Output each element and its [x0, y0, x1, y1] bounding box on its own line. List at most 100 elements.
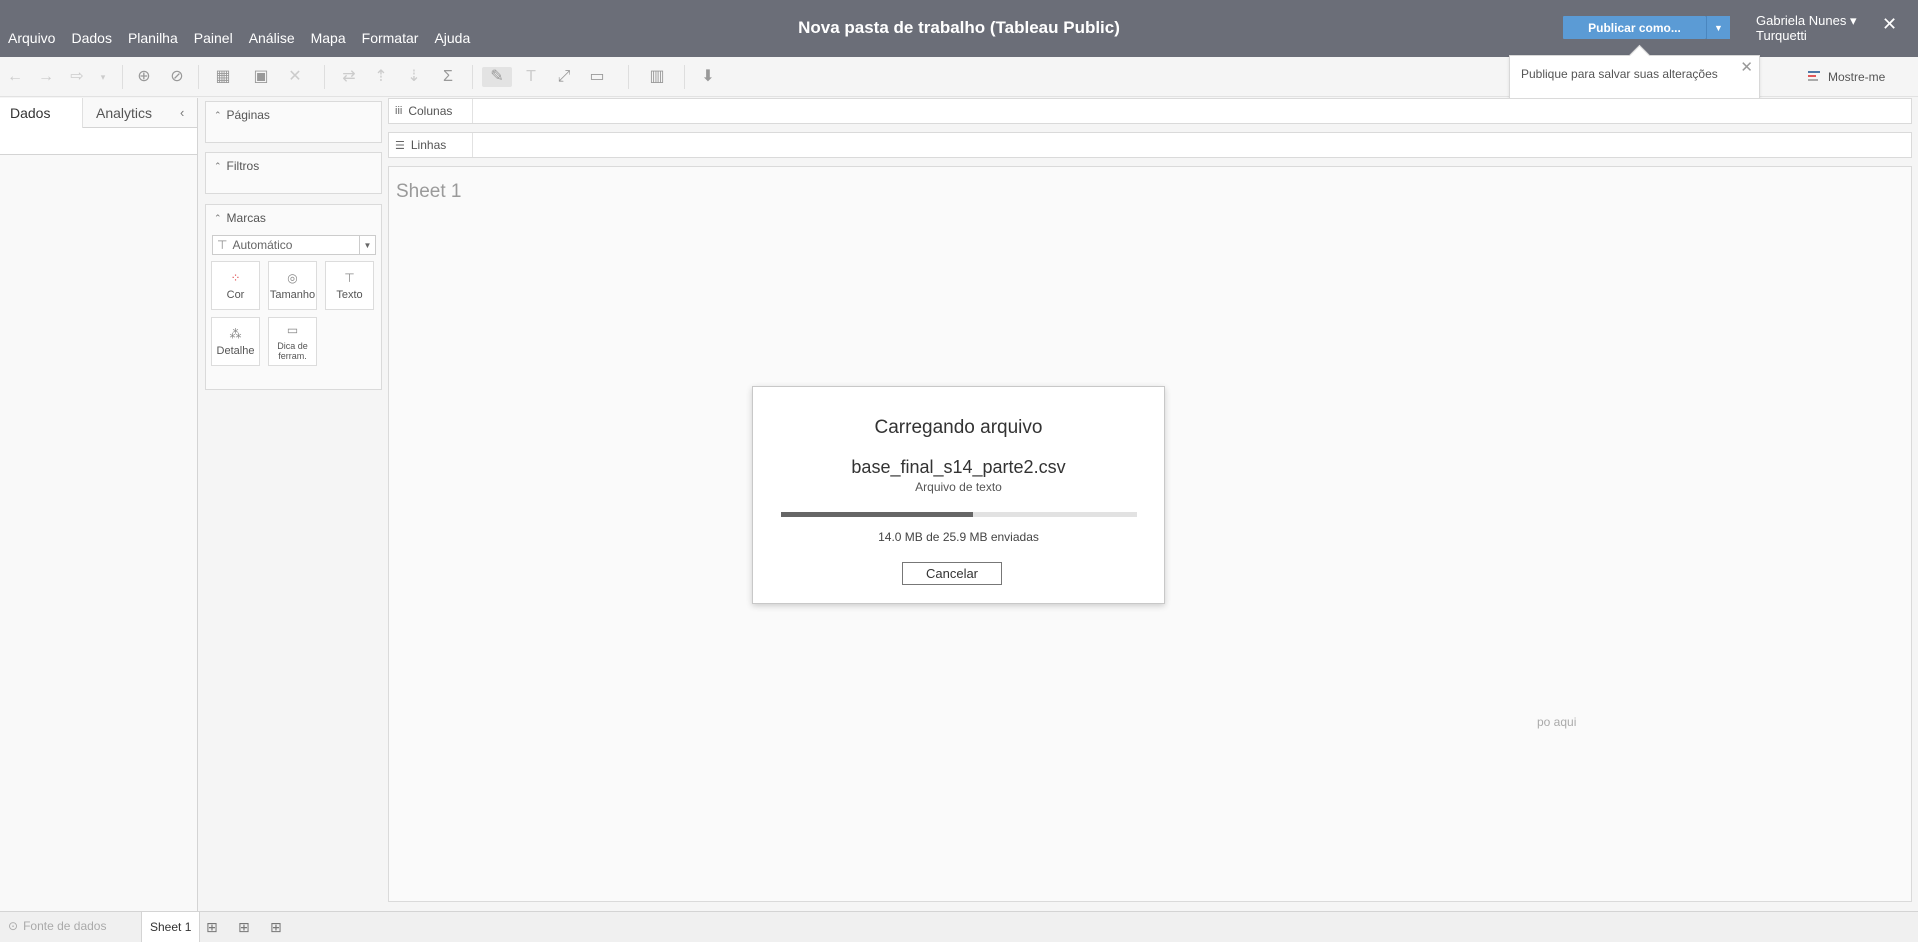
toolbar-divider [628, 65, 629, 89]
rows-label: Linhas [410, 138, 447, 152]
size-icon: ◎ [287, 270, 298, 285]
sheet-tabs-bar: ⊙ Fonte de dados Sheet 1 ⊞ ⊞ ⊞ [0, 911, 1918, 942]
menu-mapa[interactable]: Mapa [303, 30, 354, 46]
rows-icon: ☰ [395, 139, 405, 152]
loading-dialog: Carregando arquivo base_final_s14_parte2… [752, 386, 1165, 604]
mark-type-value: Automático [232, 238, 293, 252]
data-source-list [0, 128, 197, 155]
caret-icon: ⌃ [214, 160, 222, 171]
data-pane-tabs: Dados Analytics ‹ [0, 98, 197, 128]
sheet-tab[interactable]: Sheet 1 [141, 912, 201, 942]
marks-card-title: Marcas [226, 211, 266, 225]
file-type: Arquivo de texto [915, 480, 1002, 494]
size-button[interactable]: ◎ Tamanho [268, 261, 317, 310]
labels-icon[interactable]: T [520, 67, 542, 87]
filters-card[interactable]: ⌃ Filtros [205, 152, 382, 194]
redo-icon[interactable]: → [35, 67, 57, 87]
menu-arquivo[interactable]: Arquivo [0, 30, 63, 46]
sort-ascending-icon[interactable]: ⇡ [370, 67, 392, 87]
color-label: Cor [226, 288, 245, 301]
menu-planilha[interactable]: Planilha [120, 30, 186, 46]
format-icon[interactable]: ⤢ [553, 67, 575, 87]
chevron-down-icon: ▼ [1714, 22, 1723, 33]
new-story-icon[interactable]: ⊞ [270, 919, 282, 936]
clear-sheet-icon[interactable]: ✕ [284, 67, 306, 87]
presentation-icon[interactable]: ⬇ [697, 67, 719, 87]
caret-icon: ⌃ [214, 109, 222, 120]
progress-fill [781, 512, 974, 517]
new-worksheet-icon[interactable]: ⊞ [206, 919, 218, 936]
replay-dropdown-icon[interactable]: ▾ [92, 67, 114, 87]
close-icon[interactable]: ✕ [1740, 58, 1753, 76]
detail-icon: ⁂ [229, 326, 242, 341]
pages-card-title: Páginas [226, 108, 270, 122]
publish-button[interactable]: Publicar como... [1563, 16, 1706, 39]
sort-descending-icon[interactable]: ⇣ [403, 67, 425, 87]
highlight-icon[interactable]: ✎ [482, 67, 512, 87]
show-me-icon [1808, 71, 1822, 83]
rows-shelf[interactable]: ☰ Linhas [388, 132, 1912, 158]
columns-shelf[interactable]: iii Colunas [388, 98, 1912, 124]
duplicate-sheet-icon[interactable]: ▣ [250, 67, 272, 87]
new-worksheet-icon[interactable]: ▦ [212, 67, 234, 87]
user-last-name: Turquetti [1756, 28, 1807, 43]
swap-icon[interactable]: ⇄ [338, 67, 360, 87]
menu-formatar[interactable]: Formatar [354, 30, 427, 46]
dialog-title: Carregando arquivo [874, 417, 1043, 438]
toolbar-divider [198, 65, 199, 89]
progress-status: 14.0 MB de 25.9 MB enviadas [878, 530, 1039, 544]
tooltip-button[interactable]: ▭ Dica de ferram. [268, 317, 317, 366]
show-cards-icon[interactable]: ▥ [642, 67, 672, 87]
marks-card: ⌃ Marcas ⊤ Automático ▼ ⁘ Cor ◎ Tamanho … [205, 204, 382, 390]
data-source-tab[interactable]: ⊙ Fonte de dados [8, 919, 106, 933]
text-mark-icon: ⊤ [217, 238, 228, 252]
columns-icon: iii [395, 105, 403, 117]
data-pane: Dados Analytics ‹ [0, 98, 198, 911]
database-icon: ⊙ [8, 919, 19, 933]
data-source-label: Fonte de dados [23, 919, 107, 933]
pages-card[interactable]: ⌃ Páginas [205, 101, 382, 143]
caret-icon: ⌃ [214, 212, 222, 223]
replay-icon[interactable]: ⇨ [66, 67, 88, 87]
close-icon[interactable]: ✕ [1882, 14, 1897, 35]
toolbar-divider [472, 65, 473, 89]
collapse-left-icon[interactable]: ‹ [180, 105, 184, 120]
undo-icon[interactable]: ← [4, 67, 26, 87]
text-icon: ⊤ [344, 270, 355, 285]
mark-type-select[interactable]: ⊤ Automático ▼ [212, 235, 376, 255]
pause-update-icon[interactable]: ⊘ [166, 67, 188, 87]
tooltip-label: Dica de ferram. [277, 340, 308, 361]
totals-icon[interactable]: Σ [437, 67, 459, 87]
menu-painel[interactable]: Painel [186, 30, 241, 46]
new-dashboard-icon[interactable]: ⊞ [238, 919, 250, 936]
sheet-title[interactable]: Sheet 1 [396, 181, 462, 203]
detail-button[interactable]: ⁂ Detalhe [211, 317, 260, 366]
show-me-button[interactable]: Mostre-me [1808, 70, 1885, 84]
cancel-button[interactable]: Cancelar [902, 562, 1002, 585]
user-menu[interactable]: Gabriela Nunes ▾ Turquetti [1756, 13, 1856, 43]
menu-dados[interactable]: Dados [63, 30, 119, 46]
toolbar-divider [684, 65, 685, 89]
text-button[interactable]: ⊤ Texto [325, 261, 374, 310]
chevron-down-icon: ▼ [359, 236, 375, 254]
color-icon: ⁘ [230, 270, 241, 285]
tab-analytics[interactable]: Analytics [84, 98, 164, 128]
show-me-label: Mostre-me [1828, 70, 1886, 84]
detail-label: Detalhe [216, 344, 255, 357]
speech-bubble-icon: ▭ [286, 322, 299, 337]
file-name: base_final_s14_parte2.csv [851, 457, 1066, 477]
user-first-name: Gabriela Nunes ▾ [1756, 13, 1857, 28]
publish-dropdown-button[interactable]: ▼ [1706, 16, 1730, 39]
new-datasource-icon[interactable]: ⊕ [133, 67, 155, 87]
tab-dados[interactable]: Dados [0, 98, 83, 128]
app-header: Arquivo Dados Planilha Painel Análise Ma… [0, 0, 1918, 57]
menu-bar: Arquivo Dados Planilha Painel Análise Ma… [0, 30, 478, 46]
text-label: Texto [336, 288, 363, 301]
color-button[interactable]: ⁘ Cor [211, 261, 260, 310]
progress-bar [781, 512, 1137, 517]
drop-hint: po aqui [1537, 715, 1577, 729]
fit-icon[interactable]: ▭ [586, 67, 608, 87]
tooltip-text: Publique para salvar suas alterações [1521, 67, 1718, 81]
menu-ajuda[interactable]: Ajuda [426, 30, 478, 46]
menu-analise[interactable]: Análise [241, 30, 303, 46]
